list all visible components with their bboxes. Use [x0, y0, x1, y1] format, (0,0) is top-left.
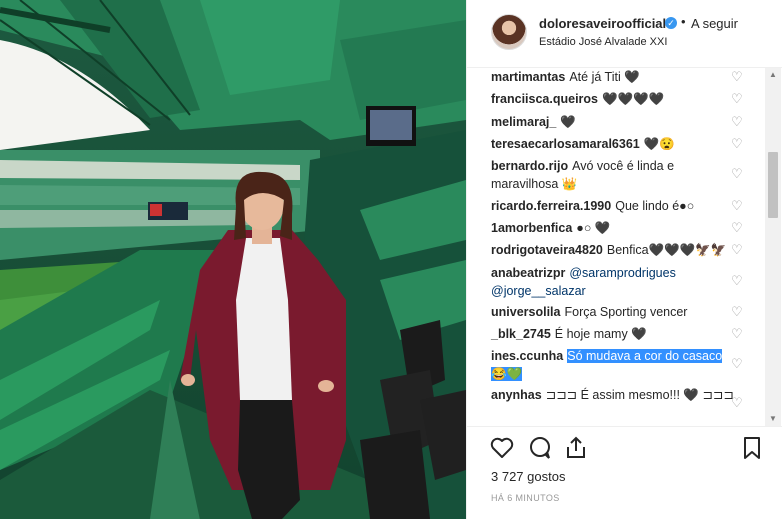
like-comment-heart-icon[interactable]: ♡	[731, 274, 743, 287]
verified-badge-icon: ✓	[665, 17, 677, 29]
following-button[interactable]: A seguir	[691, 16, 738, 31]
comment-text: 🖤😧	[643, 137, 675, 151]
scroll-thumb[interactable]	[768, 152, 778, 218]
comment-text: Que lindo é●○	[615, 199, 695, 213]
comment-text: 🖤🖤🖤🖤	[602, 92, 665, 106]
comment-item: bernardo.rijo Avó você é linda e maravilh…	[491, 157, 741, 193]
comment-text: ⊐⊐⊐ É assim mesmo!!! 🖤 ⊐⊐⊐	[545, 388, 734, 402]
comment-text: Benfica🖤🖤🖤🦅🦅	[606, 243, 727, 257]
comment-username[interactable]: anabeatrizpr	[491, 266, 565, 280]
username-link[interactable]: doloresaveiroofficial	[539, 16, 666, 31]
stadium-photo	[0, 0, 466, 519]
like-comment-heart-icon[interactable]: ♡	[731, 92, 743, 105]
comment-username[interactable]: franciisca.queiros	[491, 92, 598, 106]
comment-item: franciisca.queiros 🖤🖤🖤🖤	[491, 90, 741, 108]
comment-username[interactable]: anynhas	[491, 388, 542, 402]
comment-username[interactable]: melimaraj_	[491, 115, 556, 129]
like-comment-heart-icon[interactable]: ♡	[731, 199, 743, 212]
comment-text: Força Sporting vencer	[564, 305, 688, 319]
location-link[interactable]: Estádio José Alvalade XXI	[539, 36, 667, 48]
post-photo[interactable]	[0, 0, 466, 519]
like-comment-heart-icon[interactable]: ♡	[731, 357, 743, 370]
comment-item: anynhas ⊐⊐⊐ É assim mesmo!!! 🖤 ⊐⊐⊐	[491, 386, 741, 404]
comment-username[interactable]: 1amorbenfica	[491, 221, 572, 235]
post-sidebar: doloresaveiroofficial ✓ • A seguir Estád…	[466, 0, 782, 519]
comment-item: _blk_2745 É hoje mamy 🖤	[491, 325, 741, 343]
comment-mention-link[interactable]: @jorge__salazar	[491, 284, 586, 298]
share-icon[interactable]	[563, 435, 589, 461]
comment-item: ricardo.ferreira.1990 Que lindo é●○	[491, 197, 741, 215]
comment-username[interactable]: teresaecarlosamaral6361	[491, 137, 640, 151]
scroll-down-arrow-icon[interactable]: ▼	[765, 412, 781, 426]
post-actions: 3 727 gostos HÁ 6 MINUTOS	[467, 426, 782, 519]
comment-icon[interactable]	[527, 435, 553, 461]
comment-username[interactable]: bernardo.rijo	[491, 159, 568, 173]
comment-item: melimaraj_ 🖤	[491, 113, 741, 131]
post-timestamp: HÁ 6 MINUTOS	[491, 493, 560, 503]
comment-username[interactable]: martimantas	[491, 70, 565, 84]
likes-count[interactable]: 3 727 gostos	[491, 469, 565, 484]
like-comment-heart-icon[interactable]: ♡	[731, 243, 743, 256]
like-comment-heart-icon[interactable]: ♡	[731, 327, 743, 340]
scroll-up-arrow-icon[interactable]: ▲	[765, 68, 781, 82]
like-comment-heart-icon[interactable]: ♡	[731, 137, 743, 150]
comment-username[interactable]: _blk_2745	[491, 327, 551, 341]
comment-text: 🖤	[560, 115, 576, 129]
comment-list: martimantas Até já Titi 🖤 ♡ franciisca.qu…	[467, 68, 782, 426]
comment-item: 1amorbenfica ●○ 🖤	[491, 219, 741, 237]
comment-username[interactable]: ines.ccunha	[491, 349, 563, 363]
bookmark-icon[interactable]	[739, 435, 765, 461]
comment-username[interactable]: ricardo.ferreira.1990	[491, 199, 611, 213]
comment-text: ●○ 🖤	[576, 221, 611, 235]
comment-item: teresaecarlosamaral6361 🖤😧	[491, 135, 741, 153]
comment-item: martimantas Até já Titi 🖤	[491, 68, 741, 86]
comment-mention-link[interactable]: @saramprodrigues	[569, 266, 675, 280]
separator-dot: •	[681, 14, 686, 29]
comment-item: ines.ccunha Só mudava a cor do casaco 😂💚	[491, 347, 741, 383]
comment-item: rodrigotaveira4820 Benfica🖤🖤🖤🦅🦅	[491, 241, 741, 259]
heart-icon[interactable]	[489, 435, 515, 461]
like-comment-heart-icon[interactable]: ♡	[731, 115, 743, 128]
like-comment-heart-icon[interactable]: ♡	[731, 167, 743, 180]
post-header: doloresaveiroofficial ✓ • A seguir Estád…	[467, 0, 782, 68]
like-comment-heart-icon[interactable]: ♡	[731, 305, 743, 318]
comment-username[interactable]: rodrigotaveira4820	[491, 243, 603, 257]
like-comment-heart-icon[interactable]: ♡	[731, 396, 743, 409]
like-comment-heart-icon[interactable]: ♡	[731, 70, 743, 83]
comment-item: anabeatrizpr @saramprodrigues @jorge__sala…	[491, 264, 741, 300]
comment-item: universolila Força Sporting vencer	[491, 303, 741, 321]
like-comment-heart-icon[interactable]: ♡	[731, 221, 743, 234]
avatar[interactable]	[491, 14, 527, 50]
comments-scrollbar[interactable]: ▲ ▼	[765, 68, 781, 426]
comment-text: É hoje mamy 🖤	[554, 327, 647, 341]
comment-text: Até já Titi 🖤	[569, 70, 640, 84]
comment-username[interactable]: universolila	[491, 305, 560, 319]
